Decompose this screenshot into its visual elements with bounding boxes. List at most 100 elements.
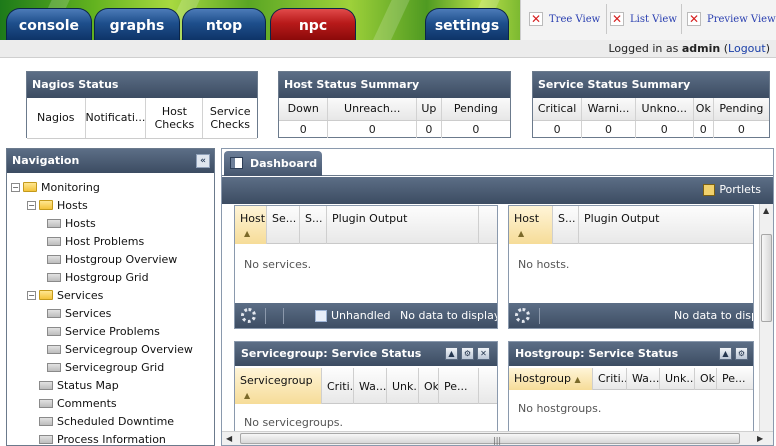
- tree-item-label: Hostgroup Grid: [65, 270, 149, 284]
- column-header[interactable]: Unkno...: [635, 98, 694, 121]
- list-view-link[interactable]: ✕ List View: [610, 6, 677, 32]
- column-header[interactable]: Nagios: [27, 98, 86, 139]
- tree-item[interactable]: Comments: [27, 394, 117, 412]
- scroll-thumb[interactable]: |||: [240, 433, 740, 445]
- tree-item[interactable]: Services: [47, 304, 111, 322]
- column-header[interactable]: Plugin Output: [579, 206, 753, 244]
- column-header-host[interactable]: Host ▲: [235, 206, 267, 244]
- gear-icon[interactable]: ⚙: [735, 347, 748, 360]
- close-icon[interactable]: ✕: [477, 347, 490, 360]
- tree-item-label: Service Problems: [65, 324, 160, 338]
- column-header[interactable]: Service Checks: [202, 98, 257, 139]
- tree-item-label: Process Information: [57, 432, 166, 446]
- column-header[interactable]: Notificati...: [85, 98, 147, 139]
- dashboard-panel: Dashboard Portlets Host ▲ Se... S... Plu…: [221, 148, 774, 446]
- navigation-header: Navigation «: [7, 149, 214, 173]
- scroll-up-icon[interactable]: ▲: [763, 206, 769, 215]
- column-header[interactable]: Wa...: [354, 368, 387, 404]
- column-header[interactable]: Unk...: [387, 368, 419, 404]
- tab-ntop[interactable]: ntop: [182, 8, 266, 40]
- column-label: Servicegroup: [240, 374, 313, 387]
- column-header[interactable]: Pe...: [717, 368, 753, 390]
- column-header[interactable]: Unk...: [660, 368, 695, 390]
- column-header-servicegroup[interactable]: Servicegroup ▲: [235, 368, 322, 404]
- column-header[interactable]: Unreach...: [327, 98, 417, 121]
- collapse-icon[interactable]: ▲: [719, 347, 732, 360]
- column-header[interactable]: Host Checks: [145, 98, 204, 139]
- column-header[interactable]: Se...: [267, 206, 300, 244]
- dashboard-icon: [230, 157, 243, 169]
- panel-title: Nagios Status: [27, 72, 257, 98]
- nagios-status-panel: Nagios Status Nagios Notificati... Host …: [26, 71, 258, 139]
- tree-item[interactable]: Scheduled Downtime: [27, 412, 174, 430]
- scroll-right-icon[interactable]: ▶: [757, 434, 763, 443]
- empty-message: No services.: [244, 258, 312, 271]
- column-header[interactable]: Up: [416, 98, 442, 121]
- gear-icon[interactable]: ⚙: [461, 347, 474, 360]
- unhandled-toggle[interactable]: Unhandled: [315, 309, 391, 322]
- count-value: 0: [279, 120, 329, 138]
- collapse-icon[interactable]: ▲: [445, 347, 458, 360]
- column-header[interactable]: S...: [300, 206, 327, 244]
- column-header[interactable]: Down: [279, 98, 329, 121]
- collapse-toggle-icon[interactable]: −: [27, 290, 36, 300]
- tree-item[interactable]: Process Information: [27, 430, 166, 446]
- column-header[interactable]: Criti...: [322, 368, 354, 404]
- collapse-toggle-icon[interactable]: −: [27, 200, 36, 210]
- tree-item[interactable]: Servicegroup Overview: [47, 340, 193, 358]
- tree-item-label: Services: [57, 288, 104, 302]
- horizontal-scrollbar[interactable]: ◀ ||| ▶: [222, 431, 773, 445]
- portlet-title: Hostgroup: Service Status: [515, 347, 679, 360]
- tree-item[interactable]: Servicegroup Grid: [47, 358, 164, 376]
- view-links: ✕ Tree View ✕ List View ✕ Preview View: [520, 0, 776, 40]
- tab-dashboard[interactable]: Dashboard: [224, 151, 322, 176]
- collapse-toggle-icon[interactable]: −: [11, 182, 20, 192]
- tree-item[interactable]: Hosts: [47, 214, 96, 232]
- tree-item[interactable]: Hostgroup Grid: [47, 268, 149, 286]
- tab-graphs[interactable]: graphs: [94, 8, 180, 40]
- portlet-header: Hostgroup: Service Status ▲ ⚙: [509, 342, 753, 366]
- service-status-summary-panel: Service Status Summary Critical Warni...…: [532, 71, 770, 138]
- page-icon: [47, 254, 61, 264]
- column-header-hostgroup[interactable]: Hostgroup ▲: [509, 368, 593, 390]
- tree-item[interactable]: Status Map: [27, 376, 119, 394]
- preview-view-link[interactable]: ✕ Preview View: [687, 6, 776, 32]
- column-header-host[interactable]: Host ▲: [509, 206, 553, 244]
- no-data-text: No data to display: [400, 309, 498, 322]
- scroll-thumb[interactable]: [761, 234, 772, 322]
- logout-link[interactable]: Logout: [728, 42, 766, 55]
- column-header[interactable]: Ok: [419, 368, 439, 404]
- tab-npc[interactable]: npc: [270, 8, 356, 40]
- scroll-left-icon[interactable]: ◀: [226, 434, 232, 443]
- count-value: 0: [581, 120, 636, 138]
- column-header[interactable]: Criti...: [593, 368, 627, 390]
- tree-item[interactable]: Host Problems: [47, 232, 144, 250]
- column-header[interactable]: Pending: [441, 98, 510, 121]
- column-header[interactable]: Ok: [693, 98, 714, 121]
- column-header[interactable]: Warni...: [581, 98, 636, 121]
- refresh-icon[interactable]: [241, 308, 256, 323]
- portlets-label: Portlets: [719, 183, 761, 196]
- column-header[interactable]: Pending: [713, 98, 769, 121]
- column-header[interactable]: S...: [553, 206, 579, 244]
- portlets-button[interactable]: Portlets: [703, 183, 761, 196]
- vertical-scrollbar[interactable]: ▲: [759, 204, 773, 432]
- collapse-left-icon[interactable]: «: [196, 154, 210, 168]
- tree-item[interactable]: Hostgroup Overview: [47, 250, 177, 268]
- tree-view-link[interactable]: ✕ Tree View: [529, 6, 600, 32]
- tree-item-label: Hostgroup Overview: [65, 252, 178, 266]
- column-header[interactable]: Pe...: [439, 368, 479, 404]
- tab-settings[interactable]: settings: [425, 8, 509, 40]
- refresh-icon[interactable]: [515, 308, 530, 323]
- tree-item[interactable]: − Monitoring: [11, 178, 100, 196]
- tab-console[interactable]: console: [6, 8, 92, 40]
- column-header[interactable]: Wa...: [627, 368, 660, 390]
- page-icon: [47, 308, 61, 318]
- tree-item[interactable]: Service Problems: [47, 322, 160, 340]
- column-header[interactable]: Plugin Output: [327, 206, 479, 244]
- column-header[interactable]: Critical: [533, 98, 583, 121]
- tree-item[interactable]: − Services: [27, 286, 103, 304]
- tree-item[interactable]: − Hosts: [27, 196, 88, 214]
- count-value: 0: [737, 122, 745, 136]
- column-header[interactable]: Ok: [695, 368, 717, 390]
